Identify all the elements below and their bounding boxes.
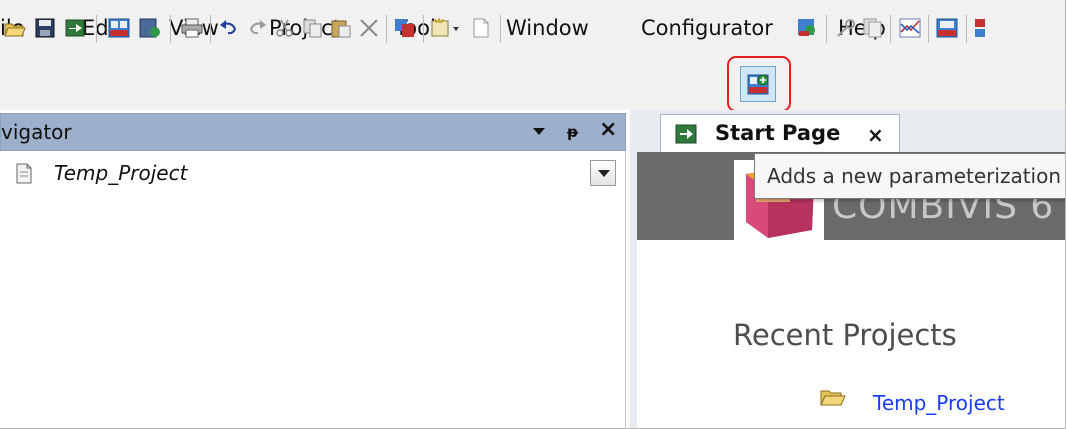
keb-export-icon[interactable] (138, 18, 160, 38)
new-file-icon[interactable] (470, 18, 492, 38)
navigator-dropdown-button[interactable] (590, 160, 616, 186)
scope-icon[interactable] (899, 18, 921, 38)
open-folder-icon[interactable] (4, 18, 26, 38)
toolbar-separator (170, 15, 171, 43)
toolbar-separator (890, 15, 891, 43)
redo-icon[interactable] (246, 18, 268, 38)
import-icon[interactable] (64, 18, 86, 38)
toolbar-separator (826, 15, 827, 43)
keb-search-icon[interactable] (797, 18, 819, 38)
tooltip: Adds a new parameterization (754, 153, 1065, 199)
toolbar-separator (210, 15, 211, 43)
tab-close-icon[interactable]: × (867, 123, 884, 147)
keb-icon[interactable] (108, 18, 130, 38)
recent-project-link[interactable]: Temp_Project (873, 391, 1005, 415)
undo-icon[interactable] (218, 18, 240, 38)
keb-module-icon[interactable] (936, 18, 958, 38)
paste-icon[interactable] (330, 18, 352, 38)
navigator-title: vigator (1, 120, 72, 144)
toolbar-separator (423, 15, 424, 43)
key-icon[interactable] (835, 18, 857, 38)
tab-label: Start Page (715, 121, 841, 145)
copy-icon[interactable] (302, 18, 324, 38)
tree-item-label: Temp_Project (54, 161, 188, 185)
toolbar-separator (966, 15, 967, 43)
chevron-down-icon (598, 170, 610, 177)
keb-project-icon[interactable] (394, 18, 416, 38)
project-file-icon (14, 163, 34, 189)
toolbar-separator (96, 15, 97, 43)
highlight-annotation-ring (727, 56, 791, 112)
menu-configurator[interactable]: Configurator (641, 16, 773, 40)
cut-icon[interactable] (274, 18, 296, 38)
navigator-header: vigator ᵽ × (0, 113, 626, 151)
tooltip-text: Adds a new parameterization (767, 164, 1062, 188)
open-folder-icon (820, 385, 846, 411)
navigator-panel: Temp_Project (0, 151, 626, 428)
close-icon[interactable]: × (599, 117, 617, 142)
keb-extra-icon[interactable] (975, 18, 985, 38)
panel-menu-icon[interactable] (533, 128, 545, 135)
doc-stack-icon[interactable] (862, 18, 884, 38)
new-item-icon[interactable] (431, 18, 461, 38)
menu-window[interactable]: Window (506, 16, 589, 40)
start-page-icon (675, 124, 697, 148)
application-window: ile Edit View Project Tools Window Confi… (0, 0, 1066, 429)
toolbar-separator (500, 15, 501, 43)
toolbar (0, 56, 1065, 110)
toolbar-separator (386, 15, 387, 43)
tab-start-page[interactable]: Start Page × (660, 114, 900, 154)
save-icon[interactable] (34, 18, 56, 38)
toolbar-separator (928, 15, 929, 43)
pin-icon[interactable]: ᵽ (567, 123, 578, 141)
print-icon[interactable] (181, 18, 203, 38)
delete-icon[interactable] (358, 18, 380, 38)
recent-projects-heading: Recent Projects (733, 318, 957, 352)
